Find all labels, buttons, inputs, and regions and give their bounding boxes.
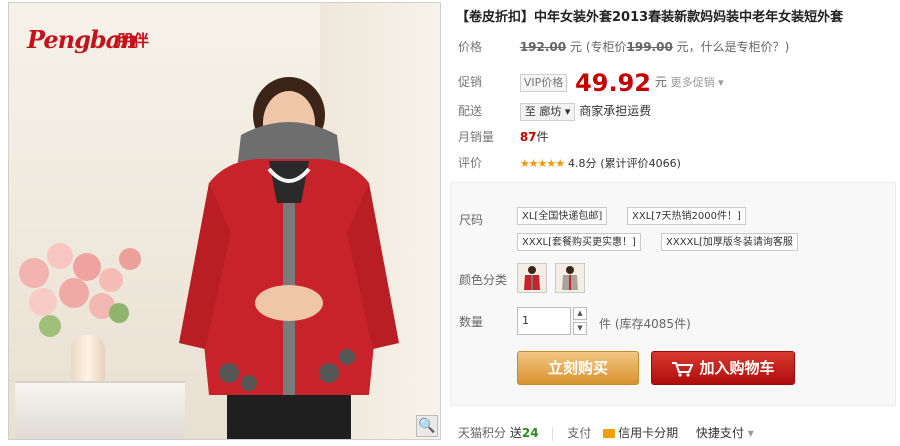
counter-price-unit: 元， bbox=[676, 40, 701, 54]
credit-installment-link[interactable]: 信用卡分期 bbox=[618, 426, 678, 440]
shipping-row: 配送 至 廊坊 ▾ 商家承担运费 bbox=[458, 100, 651, 122]
shipping-destination-select[interactable]: 至 廊坊 ▾ bbox=[519, 103, 576, 121]
payment-label: 支付 bbox=[567, 426, 592, 440]
color-swatch-grey[interactable] bbox=[555, 263, 585, 293]
vip-price-tag: VIP价格 bbox=[519, 73, 568, 92]
shopping-cart-icon bbox=[672, 361, 694, 377]
rating-count-link[interactable]: (累计评价4066) bbox=[600, 157, 681, 170]
quantity-unit: 件 bbox=[599, 317, 612, 331]
size-label: 尺码 bbox=[459, 213, 484, 227]
current-price: 49.92 bbox=[575, 68, 651, 97]
rating-label: 评价 bbox=[458, 156, 483, 170]
more-promotions-link[interactable]: 更多促销 ▾ bbox=[671, 76, 724, 89]
shipping-note: 商家承担运费 bbox=[579, 104, 652, 118]
tmall-points-label: 天猫积分 bbox=[458, 426, 507, 440]
shipping-destination: 廊坊 ▾ bbox=[539, 105, 571, 118]
size-option-xxxl[interactable]: XXXL[套餐购买更实惠！] bbox=[517, 233, 641, 251]
divider bbox=[552, 426, 554, 441]
payment-more-icon[interactable]: ▾ bbox=[748, 426, 754, 440]
model-illustration bbox=[179, 77, 399, 439]
counter-price: 199.00 bbox=[626, 40, 673, 54]
original-price: 192.00 bbox=[519, 40, 567, 54]
quantity-label: 数量 bbox=[459, 315, 484, 329]
size-option-xxxxl[interactable]: XXXXL[加厚版冬装请询客服 bbox=[661, 233, 798, 251]
rating-score: 4.8分 bbox=[567, 157, 597, 170]
credit-card-icon bbox=[603, 429, 616, 438]
points-prefix: 送 bbox=[509, 426, 522, 440]
add-to-cart-label: 加入购物车 bbox=[699, 359, 775, 377]
product-main-image[interactable]: Pengban 朋伴 🔍 bbox=[8, 2, 441, 440]
quick-pay-link[interactable]: 快捷支付 bbox=[696, 426, 744, 440]
red-jacket-thumbnail-icon bbox=[518, 264, 546, 292]
size-option-xxl[interactable]: XXL[7天热销2000件！] bbox=[627, 207, 746, 225]
sales-row: 月销量 87件 bbox=[458, 126, 549, 148]
product-title: 【卷皮折扣】中年女装外套2013春装新款妈妈装中老年女装短外套 bbox=[456, 10, 844, 25]
side-table bbox=[15, 381, 185, 439]
points-value: 24 bbox=[521, 426, 539, 440]
purchase-panel: 尺码 XL[全国快递包邮] XXL[7天热销2000件！] XXXL[套餐购买更… bbox=[450, 182, 896, 406]
zoom-icon[interactable]: 🔍 bbox=[416, 415, 438, 437]
monthly-sales-count: 87 bbox=[519, 130, 537, 144]
brand-logo-cn: 朋伴 bbox=[117, 31, 150, 50]
add-to-cart-button[interactable]: 加入购物车 bbox=[651, 351, 795, 385]
promo-label: 促销 bbox=[458, 75, 483, 89]
promo-row: 促销 VIP价格 49.92 元 更多促销 ▾ bbox=[458, 68, 724, 97]
grey-jacket-thumbnail-icon bbox=[556, 264, 584, 292]
counter-price-prefix: (专柜价 bbox=[585, 40, 627, 54]
quantity-input[interactable]: 1 bbox=[517, 307, 571, 335]
vase bbox=[71, 335, 105, 385]
color-label: 颜色分类 bbox=[459, 273, 508, 287]
rating-row: 评价 ★★★★★ 4.8分 (累计评价4066) bbox=[458, 152, 681, 174]
size-option-xl[interactable]: XL[全国快递包邮] bbox=[517, 207, 608, 225]
price-row: 价格 192.00 元 (专柜价199.00 元，什么是专柜价？) bbox=[458, 36, 789, 58]
stock-count: (库存4085件) bbox=[614, 317, 691, 331]
shipping-to: 至 bbox=[524, 105, 536, 118]
monthly-sales-label: 月销量 bbox=[458, 130, 495, 144]
original-price-unit: 元 bbox=[569, 40, 582, 54]
rating-stars-icon: ★★★★★ bbox=[519, 157, 565, 170]
price-label: 价格 bbox=[458, 40, 483, 54]
buy-now-button[interactable]: 立刻购买 bbox=[517, 351, 639, 385]
shipping-label: 配送 bbox=[458, 104, 483, 118]
stock-info: 件 (库存4085件) bbox=[599, 315, 691, 332]
color-swatch-red[interactable] bbox=[517, 263, 547, 293]
current-price-unit: 元 bbox=[654, 75, 667, 89]
monthly-sales-unit: 件 bbox=[536, 130, 549, 144]
footer-row: 天猫积分 送24 支付 信用卡分期 快捷支付 ▾ bbox=[458, 424, 898, 444]
quantity-decrease-icon[interactable]: ▼ bbox=[573, 322, 587, 335]
counter-price-help-link[interactable]: 什么是专柜价？) bbox=[701, 40, 790, 54]
quantity-increase-icon[interactable]: ▲ bbox=[573, 307, 587, 320]
